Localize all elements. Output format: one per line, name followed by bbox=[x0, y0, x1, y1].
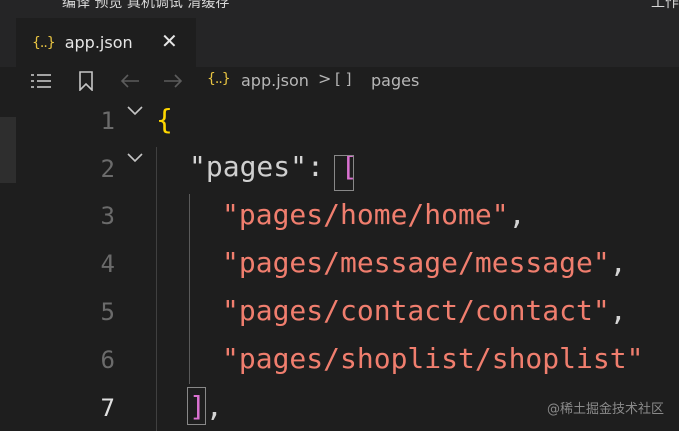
tab-label: app.json bbox=[64, 33, 133, 52]
line-number: 4 bbox=[100, 250, 115, 278]
bookmark-icon[interactable] bbox=[78, 71, 94, 91]
back-arrow-icon[interactable] bbox=[120, 73, 140, 89]
chevron-right-icon: > bbox=[318, 69, 332, 88]
line-number: 6 bbox=[100, 346, 115, 374]
json-string: "pages/shoplist/shoplist" bbox=[222, 342, 644, 375]
code-line: "pages/shoplist/shoplist" bbox=[222, 342, 643, 375]
code-line: "pages": [ bbox=[189, 150, 358, 183]
json-key: pages bbox=[205, 150, 291, 183]
line-number: 3 bbox=[100, 202, 115, 230]
code-line: { bbox=[156, 103, 173, 136]
top-menu-text: 编译 预览 真机调试 清缓存 bbox=[62, 0, 230, 11]
top-right-text: 工作 bbox=[651, 0, 679, 11]
tab-bar: {..} app.json ✕ bbox=[0, 18, 679, 67]
bracket-match-highlight bbox=[334, 155, 354, 191]
watermark: @稀土掘金技术社区 bbox=[546, 402, 664, 417]
breadcrumb-file[interactable]: app.json bbox=[241, 71, 309, 90]
editor-margin-bar bbox=[0, 117, 16, 183]
json-string: "pages/home/home" bbox=[222, 198, 509, 231]
list-icon[interactable] bbox=[30, 72, 52, 90]
code-editor[interactable]: 1 2 3 4 5 6 7 { "pages": [ "pages/home/h… bbox=[0, 97, 679, 431]
array-icon: [ ] bbox=[335, 70, 352, 88]
line-number-current: 7 bbox=[100, 394, 115, 422]
indent-guide bbox=[189, 194, 190, 384]
tab-app-json[interactable]: {..} app.json ✕ bbox=[16, 18, 196, 67]
line-number: 5 bbox=[100, 298, 115, 326]
json-string: "pages/message/message" bbox=[222, 246, 610, 279]
close-icon[interactable]: ✕ bbox=[161, 29, 178, 53]
open-brace: { bbox=[156, 103, 173, 136]
breadcrumb-node[interactable]: pages bbox=[371, 71, 419, 90]
line-number: 2 bbox=[100, 155, 115, 183]
line-number: 1 bbox=[100, 107, 115, 135]
breadcrumb-bar: {..} app.json > [ ] pages bbox=[0, 67, 679, 97]
code-line: "pages/contact/contact", bbox=[222, 294, 627, 327]
json-string: "pages/contact/contact" bbox=[222, 294, 610, 327]
json-file-icon: {..} bbox=[207, 71, 231, 87]
chevron-down-icon[interactable] bbox=[126, 102, 144, 121]
chevron-down-icon[interactable] bbox=[126, 149, 144, 168]
json-file-icon: {..} bbox=[32, 34, 56, 51]
bracket-match-highlight bbox=[187, 387, 206, 425]
indent-guide bbox=[156, 147, 157, 431]
top-menu-strip: 编译 预览 真机调试 清缓存 工作 bbox=[0, 0, 679, 18]
code-line: "pages/message/message", bbox=[222, 246, 627, 279]
code-line: "pages/home/home", bbox=[222, 198, 526, 231]
forward-arrow-icon[interactable] bbox=[163, 73, 183, 89]
